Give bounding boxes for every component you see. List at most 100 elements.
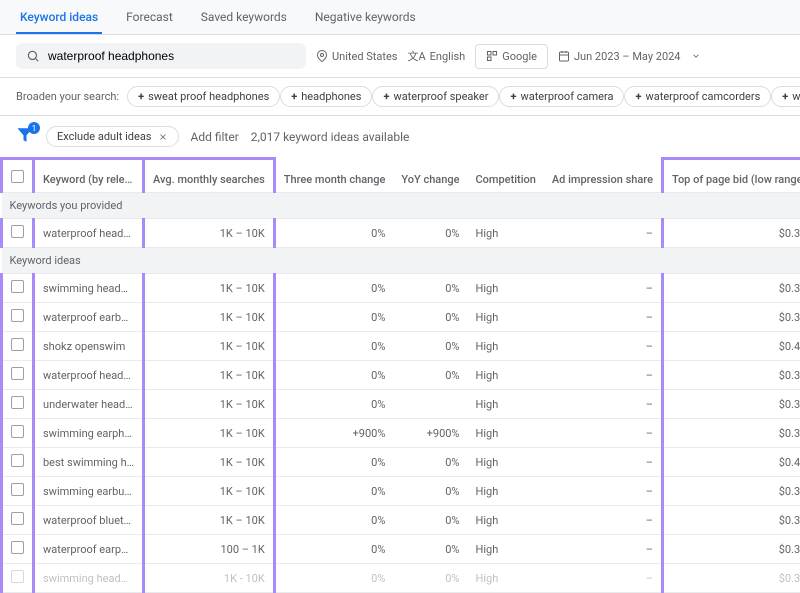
cell: $0.35 bbox=[662, 535, 800, 564]
cell: High bbox=[468, 303, 544, 332]
cell: $0.32 bbox=[662, 219, 800, 248]
cell: 0% bbox=[274, 303, 393, 332]
cell: High bbox=[468, 219, 544, 248]
col-header[interactable]: Competition bbox=[468, 159, 544, 193]
cell: 1K – 10K bbox=[144, 274, 275, 303]
location-icon bbox=[316, 50, 328, 62]
exclude-label: Exclude adult ideas bbox=[57, 130, 152, 143]
filter-button[interactable]: 1 bbox=[16, 126, 34, 147]
cell: 0% bbox=[393, 477, 467, 506]
broaden-chip[interactable]: + waterproof camera bbox=[499, 86, 624, 107]
tab-keyword-ideas[interactable]: Keyword ideas bbox=[16, 0, 102, 34]
cell: 0% bbox=[393, 303, 467, 332]
location-control[interactable]: United States bbox=[316, 50, 397, 63]
row-checkbox[interactable] bbox=[11, 225, 24, 238]
table-row[interactable]: waterproof headpho...1K – 10K0%0%High–$0… bbox=[2, 219, 800, 248]
cell: High bbox=[468, 448, 544, 477]
cell: 0% bbox=[274, 361, 393, 390]
col-header[interactable]: Ad impression share bbox=[544, 159, 663, 193]
table-scroll[interactable]: Keyword (by relevance)Avg. monthly searc… bbox=[0, 157, 800, 593]
cell: 1K – 10K bbox=[144, 361, 275, 390]
section-header: Keyword ideas bbox=[2, 248, 800, 274]
cell: – bbox=[544, 219, 663, 248]
cell: waterproof earphon... bbox=[34, 535, 144, 564]
table-row[interactable]: shokz openswim1K – 10K0%0%High–$0.40$1.1… bbox=[2, 332, 800, 361]
broaden-chip[interactable]: + headphones bbox=[280, 86, 372, 107]
controls-bar: United States 文A English Google Jun 2023… bbox=[0, 35, 800, 78]
table-row[interactable]: waterproof headpho...1K – 10K0%0%High–$0… bbox=[2, 361, 800, 390]
tab-negative-keywords[interactable]: Negative keywords bbox=[311, 0, 420, 34]
tab-forecast[interactable]: Forecast bbox=[122, 0, 177, 34]
exclude-chip[interactable]: Exclude adult ideas bbox=[46, 126, 179, 147]
search-field[interactable] bbox=[16, 43, 306, 69]
table-row[interactable]: waterproof earbuds ...1K – 10K0%0%High–$… bbox=[2, 303, 800, 332]
row-checkbox[interactable] bbox=[11, 396, 24, 409]
col-header[interactable]: Top of page bid (low range) bbox=[662, 159, 800, 193]
cell: 0% bbox=[274, 448, 393, 477]
row-checkbox[interactable] bbox=[11, 454, 24, 467]
search-input[interactable] bbox=[48, 49, 296, 63]
chevron-down-icon bbox=[691, 51, 701, 61]
cell: 0% bbox=[393, 448, 467, 477]
table-row[interactable]: swimming earbuds1K – 10K0%0%High–$0.33$1… bbox=[2, 477, 800, 506]
row-checkbox[interactable] bbox=[11, 309, 24, 322]
daterange-control[interactable]: Jun 2023 – May 2024 bbox=[558, 50, 701, 63]
cell: $0.37 bbox=[662, 419, 800, 448]
col-header[interactable]: Keyword (by relevance) bbox=[34, 159, 144, 193]
plus-icon: + bbox=[782, 90, 788, 103]
cell: – bbox=[544, 535, 663, 564]
table-row[interactable]: best swimming hea...1K – 10K0%0%High–$0.… bbox=[2, 448, 800, 477]
cell: 1K – 10K bbox=[144, 332, 275, 361]
table-row[interactable]: waterproof earphon...100 – 1K0%0%High–$0… bbox=[2, 535, 800, 564]
language-control[interactable]: 文A English bbox=[407, 48, 465, 64]
cell: 0% bbox=[393, 506, 467, 535]
broaden-chip[interactable]: + waterproof speaker bbox=[372, 86, 499, 107]
cell: High bbox=[468, 419, 544, 448]
cell: High bbox=[468, 390, 544, 419]
select-all-checkbox[interactable] bbox=[11, 170, 24, 183]
cell: High bbox=[468, 274, 544, 303]
table-row[interactable]: underwater headph...1K – 10K0%High–$0.34… bbox=[2, 390, 800, 419]
cell: waterproof headpho... bbox=[34, 361, 144, 390]
row-checkbox[interactable] bbox=[11, 483, 24, 496]
network-icon bbox=[486, 50, 498, 62]
row-checkbox[interactable] bbox=[11, 280, 24, 293]
plus-icon: + bbox=[635, 90, 641, 103]
broaden-chip[interactable]: + waterproof microphone bbox=[771, 86, 800, 107]
network-control[interactable]: Google bbox=[475, 44, 548, 69]
table-row[interactable]: swimming headphon1K - 10K0%0%High–$0.37$… bbox=[2, 564, 800, 593]
row-checkbox[interactable] bbox=[11, 541, 24, 554]
cell: swimming headpho... bbox=[34, 274, 144, 303]
tab-saved-keywords[interactable]: Saved keywords bbox=[197, 0, 291, 34]
cell: High bbox=[468, 332, 544, 361]
cell: swimming headphon bbox=[34, 564, 144, 593]
close-icon[interactable] bbox=[158, 132, 168, 142]
cell: +900% bbox=[274, 419, 393, 448]
row-checkbox[interactable] bbox=[11, 338, 24, 351]
row-checkbox[interactable] bbox=[11, 570, 24, 583]
col-header[interactable]: Three month change bbox=[274, 159, 393, 193]
col-header[interactable]: Avg. monthly searches bbox=[144, 159, 275, 193]
add-filter[interactable]: Add filter bbox=[191, 130, 239, 144]
row-checkbox[interactable] bbox=[11, 367, 24, 380]
cell: $0.34 bbox=[662, 303, 800, 332]
cell: 1K - 10K bbox=[144, 564, 275, 593]
cell: 0% bbox=[274, 477, 393, 506]
cell: $0.49 bbox=[662, 448, 800, 477]
search-icon bbox=[26, 49, 40, 63]
broaden-chip[interactable]: + waterproof camcorders bbox=[624, 86, 771, 107]
cell: – bbox=[544, 303, 663, 332]
table-row[interactable]: swimming headpho...1K – 10K0%0%High–$0.3… bbox=[2, 274, 800, 303]
table-row[interactable]: waterproof bluetoot...1K – 10K0%0%High–$… bbox=[2, 506, 800, 535]
cell: 0% bbox=[393, 332, 467, 361]
row-checkbox[interactable] bbox=[11, 425, 24, 438]
row-checkbox[interactable] bbox=[11, 512, 24, 525]
cell: High bbox=[468, 477, 544, 506]
col-header[interactable]: YoY change bbox=[393, 159, 467, 193]
table-row[interactable]: swimming earphones1K – 10K+900%+900%High… bbox=[2, 419, 800, 448]
calendar-icon bbox=[558, 50, 570, 62]
cell: 1K – 10K bbox=[144, 390, 275, 419]
broaden-chip[interactable]: + sweat proof headphones bbox=[127, 86, 280, 107]
cell: 0% bbox=[274, 219, 393, 248]
cell: 0% bbox=[274, 535, 393, 564]
